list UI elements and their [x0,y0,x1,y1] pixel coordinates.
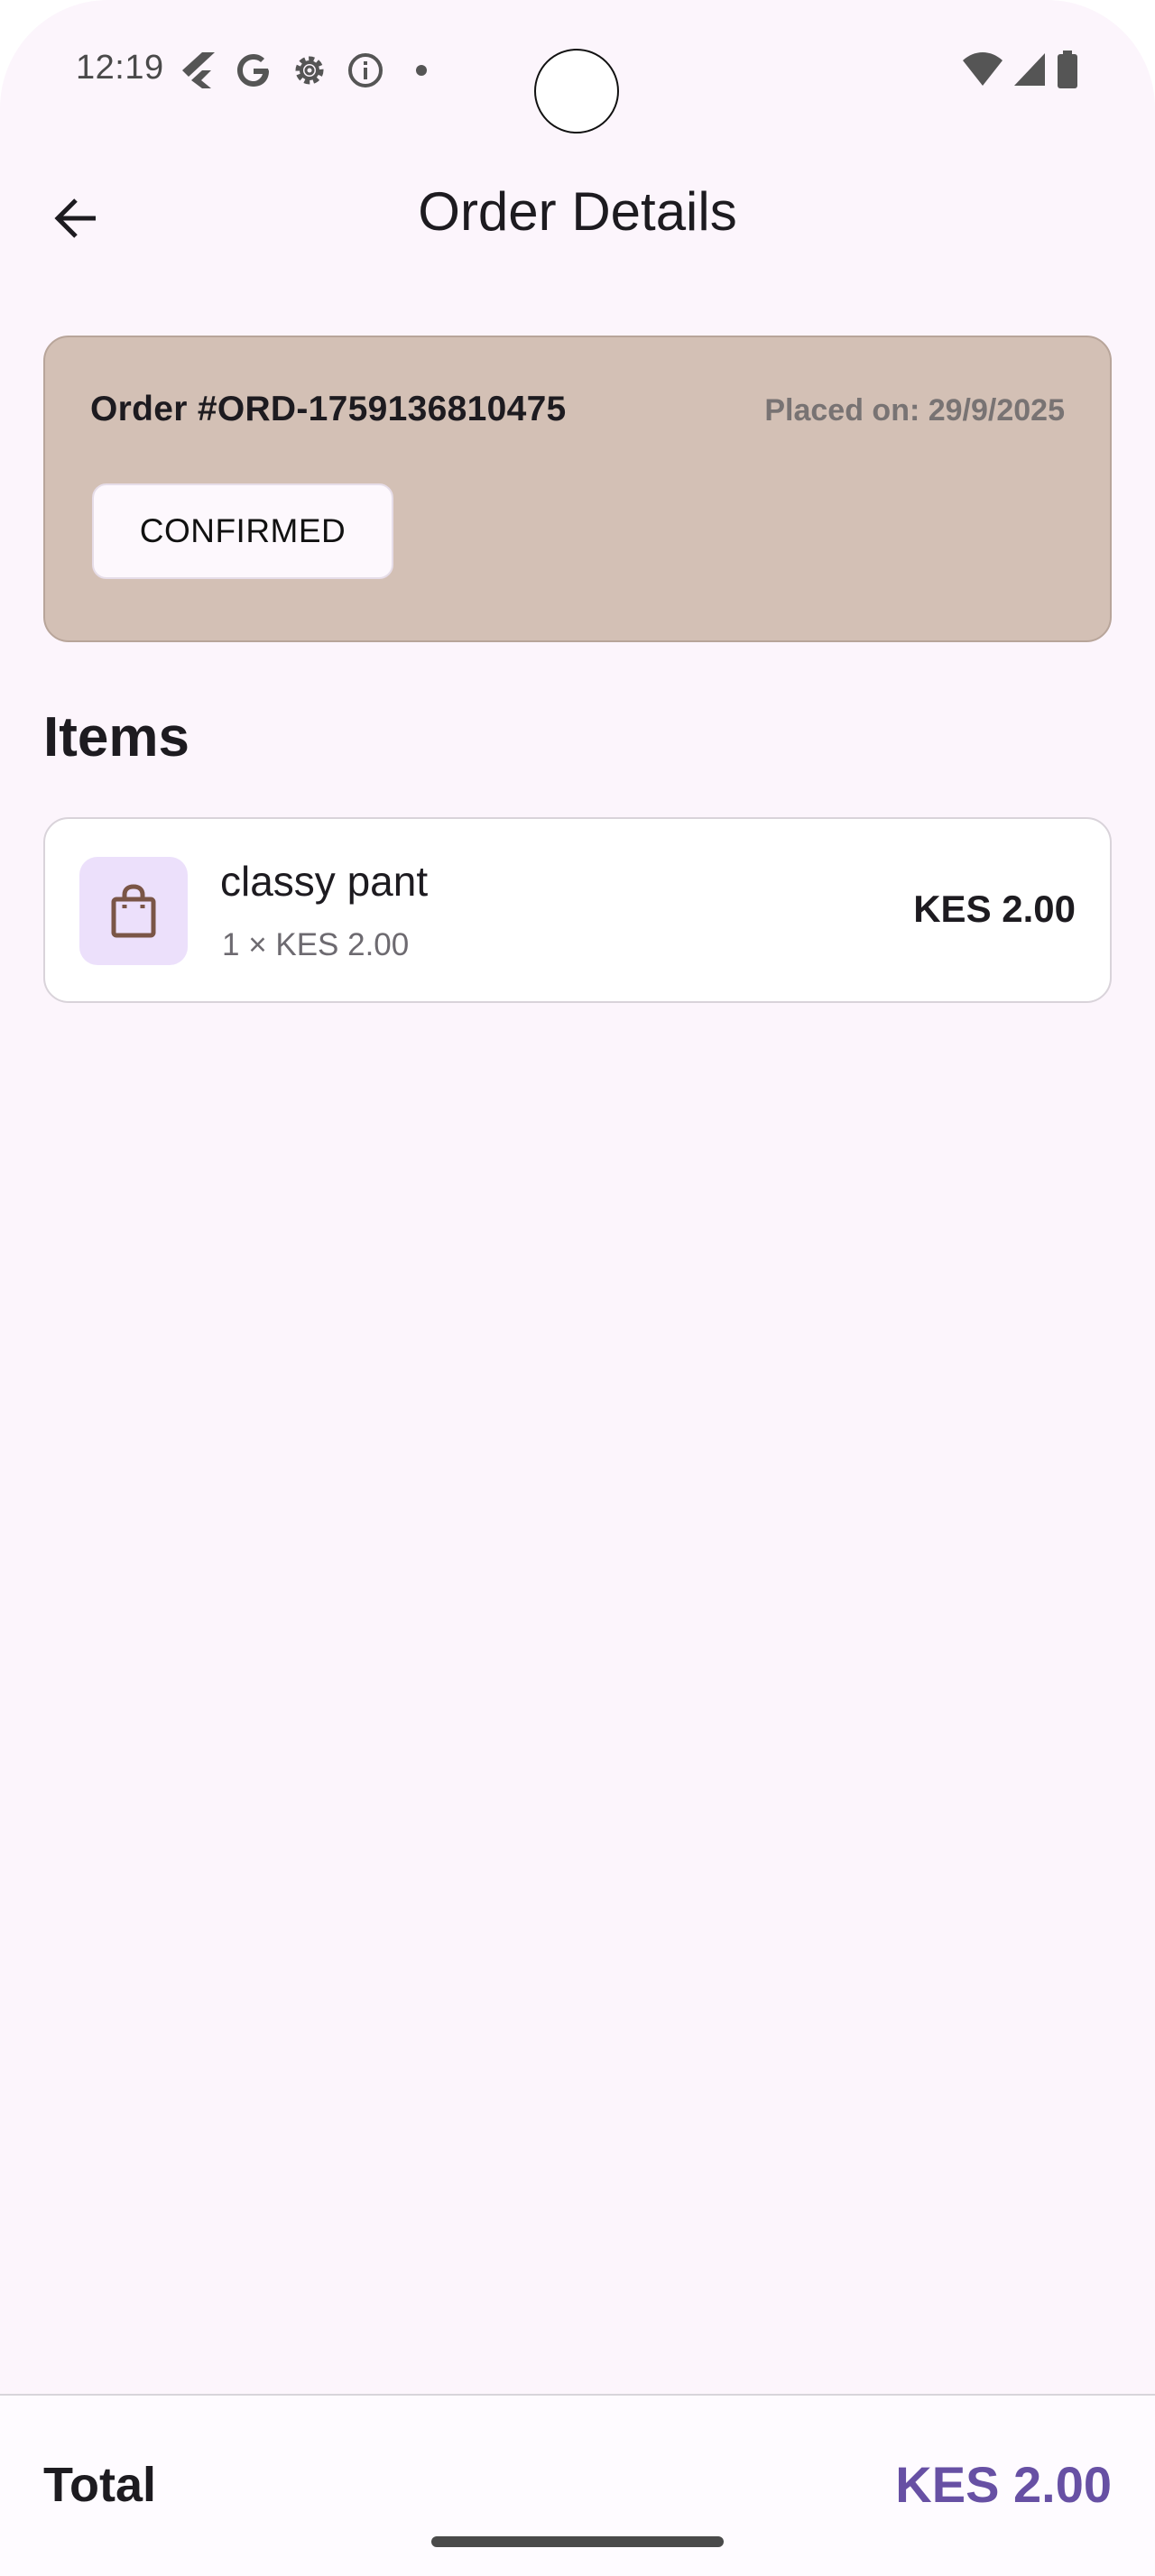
shopping-bag-icon [111,884,156,938]
item-name: classy pant [220,858,429,905]
total-value: KES 2.00 [895,2456,1112,2513]
signal-icon [1012,51,1047,92]
app-bar: Order Details [0,162,1155,267]
wifi-icon [962,51,1003,92]
dot-icon [402,51,440,89]
info-icon [346,51,384,89]
total-label: Total [43,2458,156,2512]
item-thumbnail [79,857,188,965]
notification-icons [179,51,440,90]
camera-cutout [534,49,619,133]
google-icon [235,51,273,89]
home-indicator[interactable] [431,2536,724,2547]
order-status-badge: CONFIRMED [92,483,393,579]
order-number: Order #ORD-1759136810475 [90,390,567,428]
order-placed-date: Placed on: 29/9/2025 [764,393,1065,428]
item-price: KES 2.00 [913,888,1076,930]
status-time: 12:19 [76,49,164,87]
total-bar: Total KES 2.00 [0,2394,1155,2576]
settings-gear-icon [291,51,328,89]
order-summary-card: Order #ORD-1759136810475 Placed on: 29/9… [43,336,1112,642]
page-title: Order Details [418,181,737,242]
system-icons [962,51,1079,93]
app-screen: 12:19 Order Details Order #ORD-175913681… [0,0,1155,2576]
battery-icon [1056,51,1079,93]
flutter-icon [179,51,217,90]
item-quantity: 1 × KES 2.00 [222,927,410,962]
order-item-card[interactable]: classy pant 1 × KES 2.00 KES 2.00 [43,817,1112,1003]
items-heading: Items [43,706,189,768]
